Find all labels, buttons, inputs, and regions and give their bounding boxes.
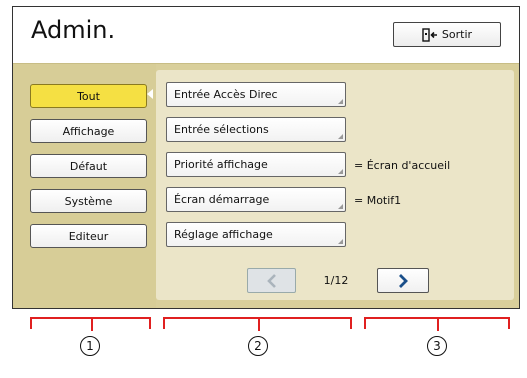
callout-marker-2: 2 (248, 336, 268, 356)
previous-page-button[interactable] (247, 268, 296, 293)
corner-marker-icon (338, 204, 343, 209)
item-label: Réglage affichage (174, 228, 273, 241)
admin-screen: Admin. Sortir Tout Affichage Défaut Syst… (12, 6, 520, 309)
sidebar-item-label: Affichage (62, 124, 115, 138)
sidebar-item-tout[interactable]: Tout (30, 84, 147, 108)
settings-list-panel: Entrée Accès Direc Entrée sélections Pri… (156, 70, 514, 300)
active-tab-pointer (147, 89, 153, 99)
item-value-priorite: = Écran d'accueil (354, 159, 451, 172)
page-indicator: 1/12 (323, 274, 349, 287)
exit-door-icon (422, 27, 437, 42)
callout-marker-3: 3 (427, 336, 447, 356)
next-page-button[interactable] (377, 268, 429, 293)
sidebar-item-editeur[interactable]: Editeur (30, 224, 147, 248)
item-ecran-demarrage[interactable]: Écran démarrage (166, 187, 346, 212)
sidebar-item-label: Tout (77, 89, 100, 103)
item-reglage-affichage[interactable]: Réglage affichage (166, 222, 346, 247)
sidebar-item-affichage[interactable]: Affichage (30, 119, 147, 143)
sidebar-item-label: Système (64, 194, 113, 208)
corner-marker-icon (338, 134, 343, 139)
item-value-demarrage: = Motif1 (354, 194, 402, 207)
callout-bracket-3 (364, 317, 510, 331)
chevron-right-icon (399, 273, 408, 288)
sidebar-item-label: Editeur (68, 229, 109, 243)
item-entree-selections[interactable]: Entrée sélections (166, 117, 346, 142)
item-priorite-affichage[interactable]: Priorité affichage (166, 152, 346, 177)
item-label: Priorité affichage (174, 158, 268, 171)
corner-marker-icon (338, 99, 343, 104)
exit-button-label: Sortir (441, 28, 473, 41)
chevron-left-icon (266, 273, 276, 288)
sidebar-item-label: Défaut (69, 159, 108, 173)
header-bar: Admin. Sortir (13, 7, 519, 63)
exit-button[interactable]: Sortir (393, 22, 501, 47)
item-entree-acces-direct[interactable]: Entrée Accès Direc (166, 82, 346, 107)
sidebar-item-defaut[interactable]: Défaut (30, 154, 147, 178)
callout-bracket-2 (163, 317, 352, 331)
page-title: Admin. (31, 16, 116, 44)
corner-marker-icon (338, 239, 343, 244)
category-sidebar: Tout Affichage Défaut Système Editeur (13, 64, 156, 308)
item-label: Entrée Accès Direc (174, 88, 278, 101)
content-area: Tout Affichage Défaut Système Editeur En… (13, 63, 519, 308)
corner-marker-icon (338, 169, 343, 174)
callout-bracket-1 (30, 317, 151, 331)
item-label: Entrée sélections (174, 123, 269, 136)
callout-marker-1: 1 (80, 336, 100, 356)
item-label: Écran démarrage (174, 193, 270, 206)
sidebar-item-systeme[interactable]: Système (30, 189, 147, 213)
